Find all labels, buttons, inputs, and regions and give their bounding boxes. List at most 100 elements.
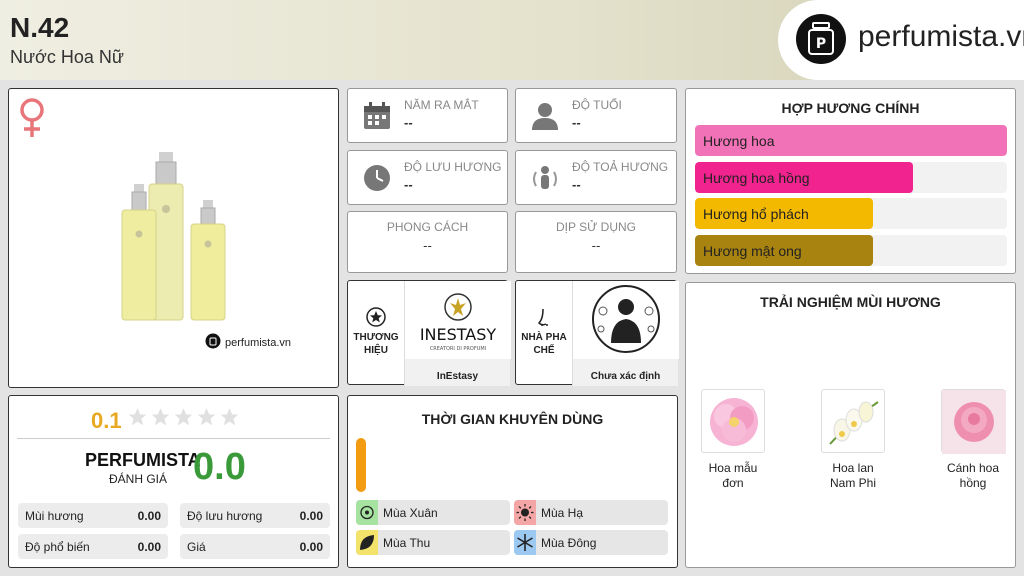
metric-label: Độ lưu hương: [187, 509, 263, 523]
sun-icon: [514, 500, 536, 525]
star-rating[interactable]: [127, 406, 240, 428]
star-icon[interactable]: [219, 406, 240, 428]
perfumer-name: Chưa xác định: [590, 371, 661, 382]
brand-name: InEstasy: [436, 371, 479, 382]
metric-label: Độ phổ biến: [25, 540, 90, 554]
svg-text:P: P: [816, 36, 826, 52]
occasion-card: DỊP SỬ DỤNG --: [515, 211, 677, 273]
perfumer-image-box[interactable]: Chưa xác định: [572, 281, 679, 386]
time-bar-track: [356, 438, 366, 492]
style-label: PHONG CÁCH: [386, 220, 469, 234]
header: N.42 Nước Hoa Nữ P perfumista.vn: [0, 0, 1024, 80]
style-card: PHONG CÁCH --: [347, 211, 508, 273]
age-card: ĐỘ TUỔI --: [515, 88, 677, 143]
longevity-value: --: [404, 177, 413, 192]
accord-row: Hương hoa hồng: [695, 161, 1007, 193]
brand-logo-subtext: CREATORI DI PROFUMI: [430, 346, 486, 352]
occasion-label: DỊP SỬ DỤNG: [555, 220, 637, 234]
occasion-value: --: [591, 238, 601, 253]
calendar-icon: [362, 101, 392, 136]
release-year-label: NĂM RA MẮT: [404, 98, 479, 112]
metric-value: 0.00: [299, 509, 323, 523]
page-subtitle: Nước Hoa Nữ: [10, 47, 124, 67]
main-accords-title: HỢP HƯƠNG CHÍNH: [781, 100, 920, 116]
leaf-icon: [356, 530, 378, 555]
season-label: Mùa Đông: [541, 536, 597, 550]
main-accords-card: HỢP HƯƠNG CHÍNH Hương hoa Hương hoa hồng H…: [685, 88, 1016, 274]
watermark: perfumista.vn: [205, 333, 291, 352]
brand-logo[interactable]: P perfumista.vn: [778, 0, 1024, 80]
note-item[interactable]: Hoa mẫu đơn: [693, 389, 773, 491]
note-label: Cánh hoa hồng: [946, 461, 1000, 490]
release-year-card: NĂM RA MẮT --: [347, 88, 508, 143]
sillage-card: ĐỘ TOẢ HƯƠNG --: [515, 150, 677, 205]
rose-petal-image: [941, 389, 1006, 454]
brand-logo-text: INESTASY: [420, 325, 497, 344]
time-bar: [356, 438, 366, 492]
sillage-label: ĐỘ TOẢ HƯƠNG: [572, 160, 669, 174]
star-badge-icon: [366, 307, 386, 332]
logo-text: perfumista.vn: [858, 20, 1024, 53]
user-rating-score: 0.1: [91, 408, 122, 433]
sillage-person-icon: [530, 163, 560, 198]
release-year-value: --: [404, 115, 413, 130]
metric-label: Mùi hương: [25, 509, 84, 523]
rating-card: 0.1 PERFUMISTA ĐÁNH GIÁ 0.0 Mùi hương 0.…: [8, 395, 339, 568]
note-label: Hoa mẫu đơn: [708, 461, 758, 490]
perfume-bottle-small-icon: [205, 333, 221, 352]
perfumer-card[interactable]: NHÀ PHA CHẾ Chưa xác định: [515, 280, 679, 386]
season-spring[interactable]: Mùa Xuân: [356, 500, 510, 525]
metric-value: 0.00: [137, 509, 161, 523]
season-label: Mùa Xuân: [383, 506, 438, 520]
style-value: --: [423, 238, 432, 253]
metric-label: Giá: [187, 540, 206, 554]
brand-logo-box[interactable]: INESTASY CREATORI DI PROFUMI InEstasy: [404, 281, 511, 386]
longevity-card: ĐỘ LƯU HƯƠNG --: [347, 150, 508, 205]
scent-notes-title: TRẢI NGHIỆM MÙI HƯƠNG: [760, 294, 941, 310]
freesia-image: [821, 389, 885, 453]
age-label: ĐỘ TUỔI: [572, 98, 622, 112]
nose-icon: [534, 307, 554, 334]
perfumer-illustration: [573, 281, 679, 359]
note-item[interactable]: Hoa lan Nam Phi: [813, 389, 893, 491]
star-icon[interactable]: [173, 406, 194, 428]
accord-label: Hương mật ong: [703, 242, 802, 259]
perfume-bottle-logo-icon: P: [796, 14, 846, 64]
brand-side-label: THƯƠNG HIỆU: [353, 332, 399, 356]
brand-card[interactable]: THƯƠNG HIỆU INESTASY CREATORI DI PROFUMI…: [347, 280, 511, 386]
note-item[interactable]: Cánh hoa hồng: [933, 389, 1013, 491]
accord-label: Hương hoa hồng: [703, 169, 810, 186]
snowflake-icon: [514, 530, 536, 555]
perfumista-score: 0.0: [193, 446, 246, 488]
season-autumn[interactable]: Mùa Thu: [356, 530, 510, 555]
product-bottles-image: [119, 144, 239, 324]
season-summer[interactable]: Mùa Hạ: [514, 500, 668, 525]
accord-row: Hương mật ong: [695, 234, 1007, 266]
note-label: Hoa lan Nam Phi: [829, 461, 876, 490]
star-icon[interactable]: [196, 406, 217, 428]
season-label: Mùa Hạ: [541, 506, 584, 520]
clock-icon: [362, 163, 392, 198]
recommended-time-title: THỜI GIAN KHUYÊN DÙNG: [421, 411, 604, 427]
metric-longevity: Độ lưu hương 0.00: [180, 503, 330, 528]
star-icon[interactable]: [150, 406, 171, 428]
spring-flower-icon: [356, 500, 378, 525]
metric-popularity: Độ phổ biến 0.00: [18, 534, 168, 559]
longevity-label: ĐỘ LƯU HƯƠNG: [404, 160, 502, 174]
accord-label: Hương hoa: [703, 133, 775, 149]
brand-logo-image: INESTASY CREATORI DI PROFUMI: [405, 281, 511, 359]
age-value: --: [572, 115, 581, 130]
page-title: N.42: [10, 12, 70, 43]
sillage-value: --: [572, 177, 581, 192]
season-label: Mùa Thu: [383, 536, 431, 550]
season-winter[interactable]: Mùa Đông: [514, 530, 668, 555]
metric-value: 0.00: [137, 540, 161, 554]
peony-image: [701, 389, 765, 453]
watermark-text: perfumista.vn: [225, 336, 292, 349]
accord-row: Hương hổ phách: [695, 198, 1007, 229]
accord-label: Hương hổ phách: [703, 206, 809, 222]
perfumer-side-label: NHÀ PHA CHẾ: [521, 332, 567, 356]
star-icon[interactable]: [127, 406, 148, 428]
perfumista-label: PERFUMISTA: [85, 450, 201, 470]
scent-notes-card: TRẢI NGHIỆM MÙI HƯƠNG Hoa mẫu đơn Hoa lan…: [685, 282, 1016, 568]
